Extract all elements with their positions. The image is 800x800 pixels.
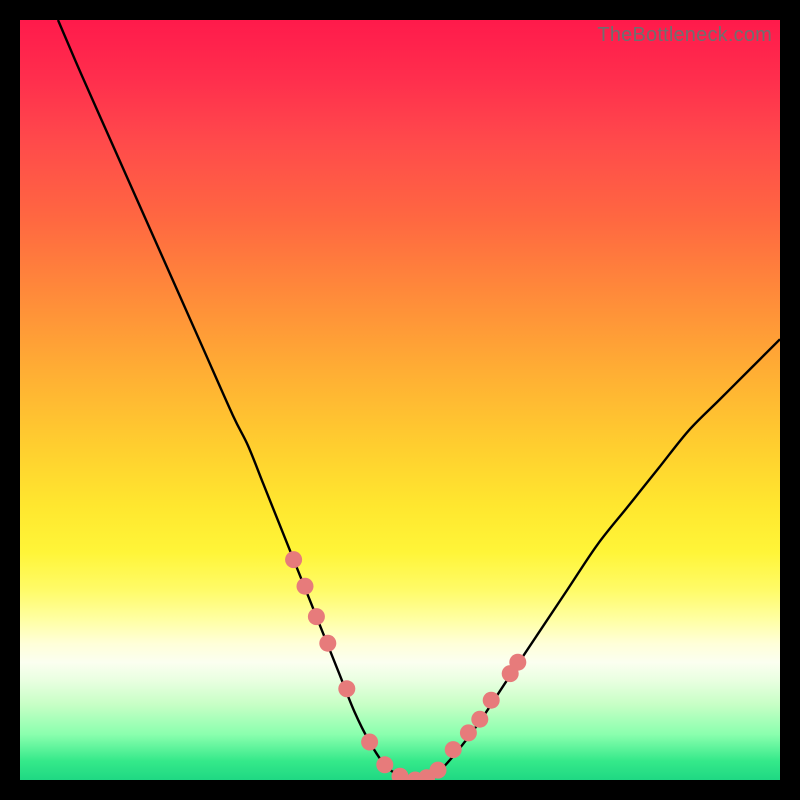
chart-frame: TheBottleneck.com: [20, 20, 780, 780]
data-markers: [285, 551, 526, 780]
data-marker: [319, 635, 336, 652]
bottleneck-curve: [58, 20, 780, 780]
data-marker: [285, 551, 302, 568]
data-marker: [509, 654, 526, 671]
data-marker: [471, 711, 488, 728]
data-marker: [392, 768, 409, 780]
data-marker: [483, 692, 500, 709]
data-marker: [338, 680, 355, 697]
data-marker: [297, 578, 314, 595]
data-marker: [361, 734, 378, 751]
data-marker: [376, 756, 393, 773]
data-marker: [445, 741, 462, 758]
data-marker: [308, 608, 325, 625]
bottleneck-chart: [20, 20, 780, 780]
data-marker: [460, 724, 477, 741]
data-marker: [430, 762, 447, 779]
